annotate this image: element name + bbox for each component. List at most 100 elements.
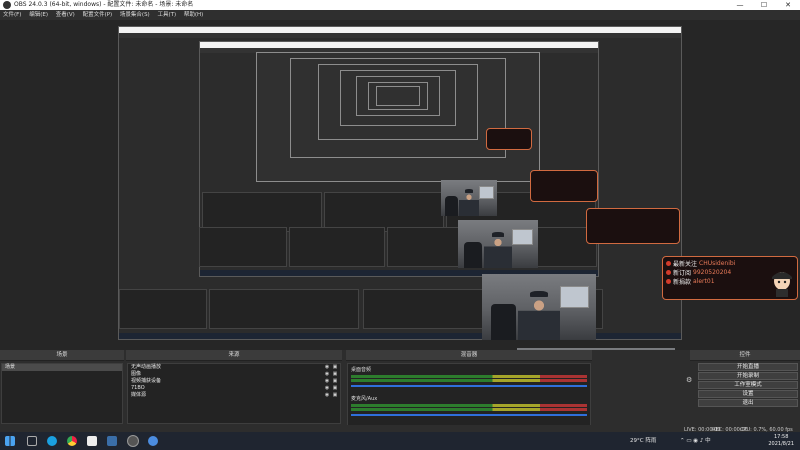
- nested-menu-bar: [119, 33, 681, 38]
- controls-dock-title: 控件: [690, 350, 800, 361]
- menu-bar: 文件(F) 编辑(E) 查看(V) 配置文件(P) 场景集合(S) 工具(T) …: [0, 10, 800, 20]
- sources-dock-title: 来源: [126, 350, 342, 361]
- nested-sources-panel: [209, 289, 359, 329]
- alert-label: 新捐款: [673, 279, 692, 286]
- scene-item[interactable]: 场景: [2, 364, 122, 371]
- studio-mode-button[interactable]: 工作室模式: [698, 381, 798, 389]
- lock-icon[interactable]: ▣: [332, 372, 338, 377]
- tray-icons[interactable]: ⌃ ▭ ◉ ♪ 中: [680, 432, 711, 450]
- source-label: 媒体源: [131, 392, 147, 398]
- source-item[interactable]: 无声动画播放 ◉ ▣: [128, 364, 340, 371]
- alert-label: 新订阅: [673, 270, 692, 277]
- maximize-button[interactable]: ☐: [752, 0, 776, 10]
- preview-canvas[interactable]: 最新关注 CHUsidenibi 新订阅 9920520204 新捐款 aler…: [0, 20, 800, 350]
- alert-card-medium: [530, 170, 598, 202]
- donate-icon: [666, 279, 671, 284]
- nested-taskbar: [119, 333, 681, 339]
- chrome-icon[interactable]: [67, 436, 77, 446]
- alert-value: CHUsidenibi: [699, 260, 736, 267]
- windows-start-icon[interactable]: [5, 436, 15, 446]
- title-bar: OBS 24.0.3 (64-bit, windows) - 配置文件: 未命名…: [0, 0, 800, 10]
- start-streaming-button[interactable]: 开始直播: [698, 363, 798, 371]
- source-label: 无声动画播放: [131, 364, 162, 370]
- eye-icon[interactable]: ◉: [324, 372, 330, 377]
- webcam-frame: [441, 180, 497, 216]
- bottom-dock: 场景 场景 +−⌃⌄ 来源 无声动画播放◉▣ 图像◉▣ 视频捕获设备◉▣ 71B…: [0, 350, 800, 435]
- menu-scene-collection[interactable]: 场景集合(S): [120, 12, 150, 18]
- mixer-track[interactable]: 麦克风/Aux: [351, 396, 587, 418]
- volume-meter: [351, 375, 587, 378]
- track-name: 麦克风/Aux: [351, 396, 378, 402]
- source-item[interactable]: 视频捕获设备 ◉ ▣: [128, 378, 340, 385]
- mixer-area: 桌面音频 麦克风/Aux: [347, 363, 591, 433]
- volume-meter: [351, 379, 587, 382]
- nested-scenes-panel: [119, 289, 207, 329]
- obs-app: OBS 24.0.3 (64-bit, windows) - 配置文件: 未命名…: [0, 0, 800, 450]
- eye-icon[interactable]: ◉: [324, 393, 330, 398]
- webcam-frame: [458, 220, 538, 268]
- mixer-track[interactable]: 桌面音频: [351, 367, 587, 389]
- gear-icon[interactable]: ⚙: [686, 376, 692, 384]
- menu-edit[interactable]: 编辑(E): [29, 12, 48, 18]
- scenes-list[interactable]: 场景: [1, 363, 123, 424]
- lock-icon[interactable]: ▣: [332, 386, 338, 391]
- nested-sources-panel: [324, 192, 444, 232]
- lock-icon[interactable]: ▣: [332, 365, 338, 370]
- exit-button[interactable]: 退出: [698, 399, 798, 407]
- start-recording-button[interactable]: 开始录制: [698, 372, 798, 380]
- alert-label: 最新关注: [673, 261, 698, 268]
- scenes-dock-title: 场景: [0, 350, 124, 361]
- lock-icon[interactable]: ▣: [332, 393, 338, 398]
- alert-card-small: [486, 128, 532, 150]
- weather[interactable]: 29°C 阵雨: [630, 432, 656, 450]
- obs-taskbar-icon[interactable]: [128, 436, 138, 446]
- sources-dock: 来源 无声动画播放◉▣ 图像◉▣ 视频捕获设备◉▣ 71BO◉▣ 媒体源◉▣ +…: [126, 350, 342, 435]
- sources-list[interactable]: 无声动画播放 ◉ ▣ 图像 ◉ ▣ 视频捕获设备 ◉ ▣ 71BO ◉ ▣ 媒体源 ◉ ▣: [127, 363, 341, 424]
- volume-meter: [351, 408, 587, 411]
- minimize-button[interactable]: —: [728, 0, 752, 10]
- webcam-frame: [482, 274, 596, 340]
- lock-icon[interactable]: ▣: [332, 379, 338, 384]
- alert-value: alert01: [693, 278, 715, 285]
- menu-tools[interactable]: 工具(T): [157, 12, 176, 18]
- eye-icon[interactable]: ◉: [324, 379, 330, 384]
- eye-icon[interactable]: ◉: [324, 365, 330, 370]
- source-item[interactable]: 图像 ◉ ▣: [128, 371, 340, 378]
- eye-icon[interactable]: ◉: [324, 386, 330, 391]
- mixer-dock-title: 混音器: [346, 350, 592, 361]
- app-icon[interactable]: [107, 436, 117, 446]
- menu-file[interactable]: 文件(F): [3, 12, 21, 18]
- track-name: 桌面音频: [351, 367, 372, 373]
- volume-meter: [351, 404, 587, 407]
- menu-profile[interactable]: 配置文件(P): [83, 12, 113, 18]
- scenes-dock: 场景 场景 +−⌃⌄: [0, 350, 124, 435]
- taskbar: 29°C 阵雨 ⌃ ▭ ◉ ♪ 中 17:58 2021/8/21: [0, 432, 800, 450]
- menu-help[interactable]: 帮助(H): [184, 12, 203, 18]
- alert-card-large: [586, 208, 680, 244]
- close-button[interactable]: ✕: [776, 0, 800, 10]
- clock-date: 2021/8/21: [768, 441, 794, 447]
- edge-icon[interactable]: [47, 436, 57, 446]
- follow-icon: [666, 261, 671, 266]
- volume-slider[interactable]: [351, 385, 587, 387]
- subscribe-icon: [666, 270, 671, 275]
- volume-slider[interactable]: [351, 414, 587, 416]
- source-label: 71BO: [131, 385, 145, 391]
- clock-time: 17:58: [773, 434, 789, 440]
- nested-scenes-panel: [199, 227, 287, 267]
- obs-logo-icon: [3, 1, 11, 9]
- task-view-icon[interactable]: [27, 436, 37, 446]
- menu-view[interactable]: 查看(V): [56, 12, 75, 18]
- clock[interactable]: 17:58 2021/8/21: [768, 434, 794, 448]
- mixer-dock: 混音器 桌面音频 麦克风/Aux: [346, 350, 592, 435]
- file-icon[interactable]: [87, 436, 97, 446]
- tunnel-frame: [376, 86, 420, 106]
- source-item[interactable]: 71BO ◉ ▣: [128, 385, 340, 392]
- source-item[interactable]: 媒体源 ◉ ▣: [128, 392, 340, 399]
- settings-button[interactable]: 设置: [698, 390, 798, 398]
- cartoon-avatar-icon: [772, 272, 792, 297]
- nested-scenes-panel: [202, 192, 322, 232]
- nested-sources-panel: [289, 227, 385, 267]
- source-label: 图像: [131, 371, 142, 377]
- streamlabs-icon[interactable]: [148, 436, 158, 446]
